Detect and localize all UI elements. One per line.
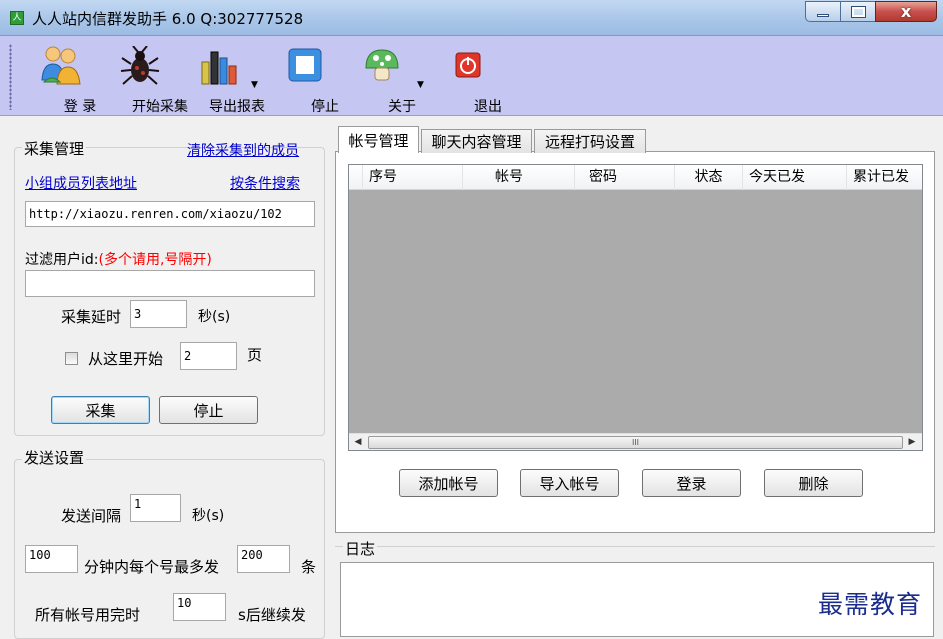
export-dropdown-arrow-icon[interactable]: ▼ (251, 80, 258, 90)
resume-delay-input[interactable]: 10 (173, 593, 226, 621)
export-report-tool-button[interactable]: ▼ 导出报表 (197, 42, 265, 115)
clear-members-link[interactable]: 清除采集到的成员 (187, 140, 299, 160)
add-account-button[interactable]: 添加帐号 (399, 469, 498, 497)
per-account-label: 分钟内每个号最多发 (84, 558, 220, 576)
filter-hint: (多个请用,号隔开) (98, 252, 212, 268)
log-group-title: 日志 (343, 538, 378, 559)
search-by-condition-link[interactable]: 按条件搜索 (230, 173, 300, 193)
column-header-sent-total[interactable]: 累计已发 (847, 165, 922, 190)
group-url-input[interactable]: http://xiaozu.renren.com/xiaozu/102 (25, 201, 315, 227)
filter-userid-input[interactable] (25, 270, 315, 297)
delay-label: 采集延时 (61, 308, 122, 326)
tab-account-management[interactable]: 帐号管理 (338, 126, 419, 153)
maximize-button[interactable] (840, 1, 876, 22)
bar-chart-icon (201, 51, 237, 85)
scroll-thumb[interactable]: III (368, 436, 903, 449)
max-unit: 条 (301, 558, 317, 576)
account-grid[interactable]: 序号 帐号 密码 状态 今天已发 累计已发 ◀ III ▶ (348, 164, 923, 451)
log-group-line (335, 546, 935, 547)
group-url-link[interactable]: 小组成员列表地址 (25, 173, 137, 193)
login-accounts-button[interactable]: 登录 (642, 469, 741, 497)
scroll-left-icon[interactable]: ◀ (350, 435, 366, 450)
import-accounts-button[interactable]: 导入帐号 (520, 469, 619, 497)
bug-icon (120, 46, 160, 85)
interval-input[interactable]: 1 (130, 494, 181, 522)
column-header-account[interactable]: 帐号 (463, 165, 575, 190)
watermark: 最需教育 (818, 590, 923, 619)
minimize-icon (817, 14, 829, 17)
about-dropdown-arrow-icon[interactable]: ▼ (417, 80, 424, 90)
mushroom-icon (365, 49, 399, 81)
interval-unit: 秒(s) (192, 508, 225, 524)
delay-unit: 秒(s) (198, 309, 231, 325)
login-tool-button[interactable]: 登 录 (40, 42, 96, 115)
column-header-index[interactable]: 序号 (363, 165, 463, 190)
scroll-right-icon[interactable]: ▶ (904, 435, 920, 450)
send-group-title: 发送设置 (22, 447, 87, 468)
scroll-thumb-grip: III (631, 438, 640, 447)
toolbar: 登 录 开始采集 ▼ 导出报表 停止 ▼ 关于 退出 (0, 36, 943, 116)
users-icon (41, 46, 81, 85)
stop-icon (288, 48, 322, 82)
start-here-checkbox[interactable] (65, 352, 78, 365)
column-header-status[interactable]: 状态 (675, 165, 743, 190)
filter-label: 过滤用户id: (25, 252, 99, 268)
exit-tool-button[interactable]: 退出 (448, 42, 502, 115)
delay-input[interactable]: 3 (130, 300, 187, 328)
start-here-label[interactable]: 从这里开始 (88, 348, 163, 369)
power-icon (455, 52, 481, 78)
window-title: 人人站内信群发助手 6.0 Q:302777528 (32, 10, 304, 28)
about-tool-button[interactable]: ▼ 关于 (362, 42, 424, 115)
close-button[interactable]: x (875, 1, 937, 22)
title-bar[interactable]: 人 人人站内信群发助手 6.0 Q:302777528 x (0, 0, 943, 36)
all-used-label: 所有帐号用完时 (35, 606, 141, 624)
collect-button[interactable]: 采集 (51, 396, 150, 424)
column-header-sent-today[interactable]: 今天已发 (743, 165, 847, 190)
delete-account-button[interactable]: 删除 (764, 469, 863, 497)
tab-remote-captcha[interactable]: 远程打码设置 (534, 129, 646, 153)
start-collect-tool-button[interactable]: 开始采集 (120, 42, 188, 115)
stop-tool-button[interactable]: 停止 (285, 42, 339, 115)
close-icon: x (900, 2, 912, 21)
minimize-button[interactable] (805, 1, 841, 22)
grid-header: 序号 帐号 密码 状态 今天已发 累计已发 (349, 165, 922, 190)
toolbar-grip[interactable] (9, 44, 12, 110)
maximize-icon (850, 5, 866, 18)
column-header-password[interactable]: 密码 (575, 165, 675, 190)
collect-stop-button[interactable]: 停止 (159, 396, 258, 424)
page-unit: 页 (247, 346, 263, 364)
grid-corner (349, 165, 363, 190)
app-icon: 人 (10, 11, 24, 25)
exit-tool-label: 退出 (474, 99, 502, 115)
max-messages-input[interactable]: 200 (237, 545, 290, 573)
minutes-input[interactable]: 100 (25, 545, 78, 573)
resume-label: s后继续发 (238, 606, 306, 624)
start-page-input[interactable]: 2 (180, 342, 237, 370)
filter-row: 过滤用户id:(多个请用,号隔开) (25, 249, 212, 269)
tab-chat-content[interactable]: 聊天内容管理 (421, 129, 532, 153)
collect-group-title: 采集管理 (22, 138, 87, 159)
interval-label: 发送间隔 (61, 507, 122, 525)
horizontal-scrollbar[interactable]: ◀ III ▶ (349, 433, 922, 450)
